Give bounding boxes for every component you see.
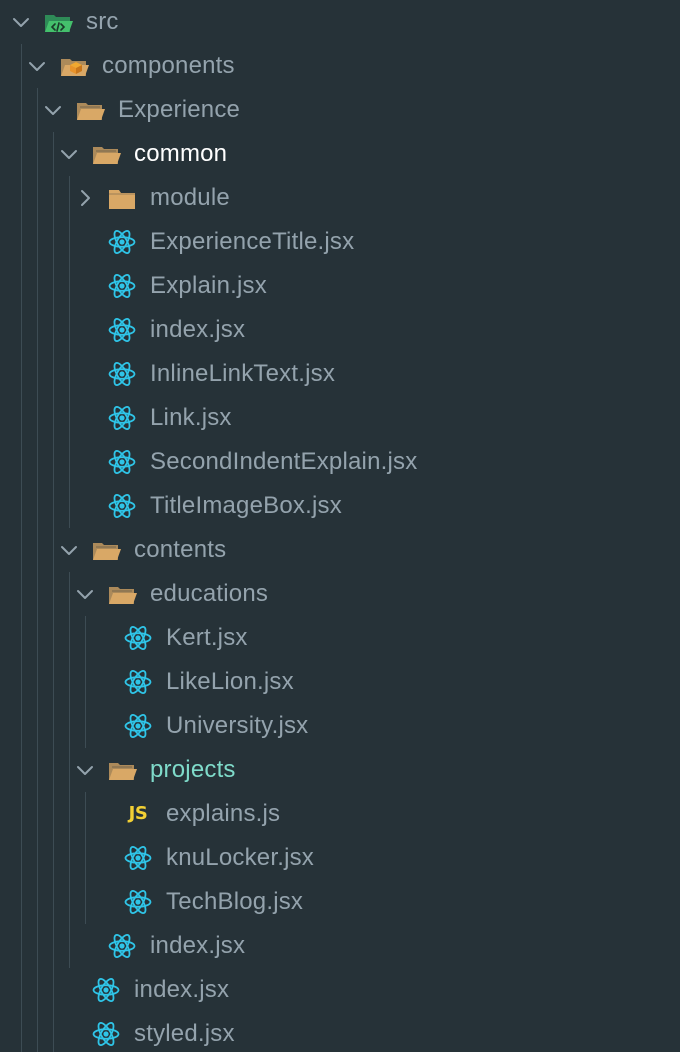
chevron-down-icon[interactable] xyxy=(10,11,32,33)
item-label: ExperienceTitle.jsx xyxy=(150,228,355,255)
file-item-likelion[interactable]: LikeLion.jsx xyxy=(0,660,680,704)
folder-open-icon xyxy=(90,138,122,170)
indent-guide xyxy=(53,132,54,1052)
folder-open-icon xyxy=(106,754,138,786)
folder-item-common[interactable]: common xyxy=(0,132,680,176)
folder-closed-icon xyxy=(106,182,138,214)
indent-guide xyxy=(69,176,70,528)
react-icon xyxy=(122,886,154,918)
chevron-down-icon[interactable] xyxy=(26,55,48,77)
item-label: TechBlog.jsx xyxy=(166,888,304,915)
file-item-kert[interactable]: Kert.jsx xyxy=(0,616,680,660)
item-label: common xyxy=(134,140,228,167)
file-item-index[interactable]: index.jsx xyxy=(0,968,680,1012)
item-label: TitleImageBox.jsx xyxy=(150,492,342,519)
react-icon xyxy=(122,842,154,874)
item-label: module xyxy=(150,184,230,211)
file-item-styled[interactable]: styled.jsx xyxy=(0,1012,680,1052)
item-label: index.jsx xyxy=(134,976,230,1003)
file-item-explain[interactable]: Explain.jsx xyxy=(0,264,680,308)
item-label: styled.jsx xyxy=(134,1020,235,1047)
item-label: src xyxy=(86,8,119,35)
chevron-down-icon[interactable] xyxy=(74,583,96,605)
react-icon xyxy=(106,446,138,478)
file-item-knulocker[interactable]: knuLocker.jsx xyxy=(0,836,680,880)
components-folder-icon xyxy=(58,50,90,82)
react-icon xyxy=(122,666,154,698)
react-icon xyxy=(90,1018,122,1050)
react-icon xyxy=(122,710,154,742)
file-item-index[interactable]: index.jsx xyxy=(0,924,680,968)
item-label: University.jsx xyxy=(166,712,309,739)
react-icon xyxy=(106,226,138,258)
src-folder-icon xyxy=(42,6,74,38)
folder-item-projects[interactable]: projects xyxy=(0,748,680,792)
item-label: educations xyxy=(150,580,269,607)
file-item-link[interactable]: Link.jsx xyxy=(0,396,680,440)
folder-item-module[interactable]: module xyxy=(0,176,680,220)
folder-open-icon xyxy=(74,94,106,126)
folder-item-experience[interactable]: Experience xyxy=(0,88,680,132)
item-label: knuLocker.jsx xyxy=(166,844,315,871)
item-label: Explain.jsx xyxy=(150,272,267,299)
indent-guide xyxy=(85,616,86,748)
chevron-down-icon[interactable] xyxy=(74,759,96,781)
item-label: Link.jsx xyxy=(150,404,232,431)
react-icon xyxy=(106,490,138,522)
indent-guide xyxy=(69,572,70,968)
file-item-secondindentexplain[interactable]: SecondIndentExplain.jsx xyxy=(0,440,680,484)
file-item-explains[interactable]: JS explains.js xyxy=(0,792,680,836)
item-label: components xyxy=(102,52,235,79)
react-icon xyxy=(106,358,138,390)
indent-guide xyxy=(37,88,38,1052)
item-label: InlineLinkText.jsx xyxy=(150,360,336,387)
file-item-titleimagebox[interactable]: TitleImageBox.jsx xyxy=(0,484,680,528)
file-explorer-tree: src components Experience common module Exper… xyxy=(0,0,680,1052)
folder-open-icon xyxy=(106,578,138,610)
chevron-down-icon[interactable] xyxy=(58,539,80,561)
indent-guide xyxy=(85,792,86,924)
react-icon xyxy=(106,402,138,434)
file-item-experiencetitle[interactable]: ExperienceTitle.jsx xyxy=(0,220,680,264)
indent-guide xyxy=(21,44,22,1052)
item-label: index.jsx xyxy=(150,316,246,343)
file-item-index[interactable]: index.jsx xyxy=(0,308,680,352)
folder-item-src[interactable]: src xyxy=(0,0,680,44)
folder-open-icon xyxy=(90,534,122,566)
file-item-university[interactable]: University.jsx xyxy=(0,704,680,748)
file-item-inlinelinktext[interactable]: InlineLinkText.jsx xyxy=(0,352,680,396)
file-item-techblog[interactable]: TechBlog.jsx xyxy=(0,880,680,924)
item-label: projects xyxy=(150,756,236,783)
item-label: LikeLion.jsx xyxy=(166,668,294,695)
item-label: explains.js xyxy=(166,800,281,827)
javascript-icon: JS xyxy=(122,798,154,830)
item-label: index.jsx xyxy=(150,932,246,959)
react-icon xyxy=(90,974,122,1006)
item-label: Kert.jsx xyxy=(166,624,248,651)
react-icon xyxy=(106,270,138,302)
folder-item-educations[interactable]: educations xyxy=(0,572,680,616)
folder-item-contents[interactable]: contents xyxy=(0,528,680,572)
chevron-down-icon[interactable] xyxy=(42,99,64,121)
item-label: SecondIndentExplain.jsx xyxy=(150,448,418,475)
react-icon xyxy=(122,622,154,654)
folder-item-components[interactable]: components xyxy=(0,44,680,88)
item-label: contents xyxy=(134,536,227,563)
react-icon xyxy=(106,314,138,346)
javascript-icon-text: JS xyxy=(128,803,148,824)
item-label: Experience xyxy=(118,96,241,123)
react-icon xyxy=(106,930,138,962)
chevron-right-icon[interactable] xyxy=(74,187,96,209)
chevron-down-icon[interactable] xyxy=(58,143,80,165)
